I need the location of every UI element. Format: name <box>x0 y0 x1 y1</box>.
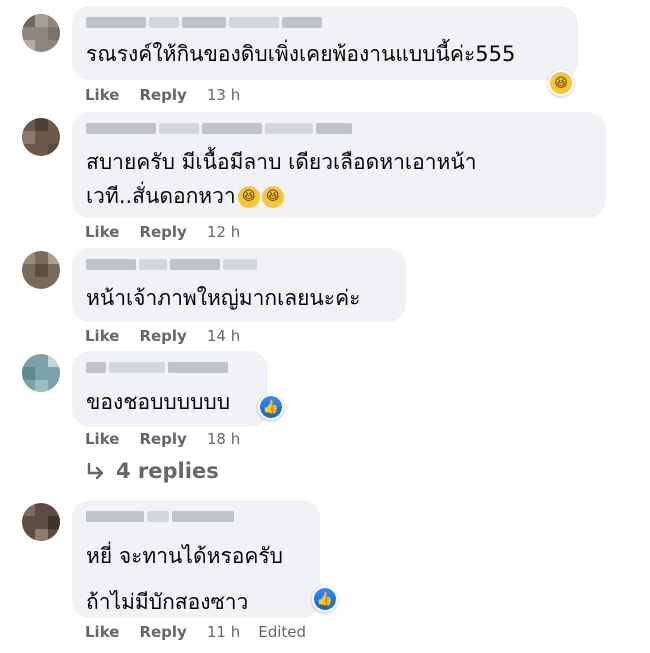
timestamp[interactable]: 14 h <box>207 327 240 345</box>
timestamp[interactable]: 18 h <box>207 430 240 448</box>
comment-text: หน้าเจ้าภาพใหญ่มากเลยนะค่ะ <box>86 286 361 310</box>
reply-arrow-icon <box>87 462 104 480</box>
like-button[interactable]: Like <box>85 430 119 448</box>
grinning-squinting-emoji: 😆 <box>237 186 260 208</box>
commenter-name-blurred[interactable] <box>86 509 234 523</box>
like-button[interactable]: Like <box>85 223 119 241</box>
edited-label[interactable]: Edited <box>258 623 306 641</box>
commenter-name-blurred[interactable] <box>86 257 257 271</box>
comment-actions: Like Reply 11 h Edited <box>85 623 306 641</box>
comment-bubble: สบายครับ มีเนื้อมีลาบ เดียวเลือดหาเอาหน้… <box>72 112 606 218</box>
avatar[interactable] <box>22 503 60 541</box>
reply-button[interactable]: Reply <box>139 327 186 345</box>
comment-actions: Like Reply 18 h <box>85 430 258 448</box>
like-button[interactable]: Like <box>85 623 119 641</box>
like-icon: 👍 <box>314 588 336 610</box>
comment-actions: Like Reply 13 h <box>85 86 258 104</box>
comment-bubble: รณรงค์ให้กินของดิบเพิ่งเคยพ้องานแบบนี้ค่… <box>72 6 578 80</box>
reply-button[interactable]: Reply <box>139 430 186 448</box>
like-button[interactable]: Like <box>85 86 119 104</box>
commenter-name-blurred[interactable] <box>86 121 352 135</box>
view-replies-link[interactable]: 4 replies <box>86 459 219 483</box>
comment-actions: Like Reply 14 h <box>85 327 258 345</box>
avatar[interactable] <box>22 354 60 392</box>
reply-button[interactable]: Reply <box>139 223 186 241</box>
avatar[interactable] <box>22 14 60 52</box>
comment-bubble: หยี่ จะทานได้หรอครับ ถ้าไม่มีบักสองซาว <box>72 500 320 618</box>
like-button[interactable]: Like <box>85 327 119 345</box>
replies-count: 4 replies <box>116 459 219 483</box>
reply-button[interactable]: Reply <box>139 86 186 104</box>
reaction-badge[interactable]: 👍 <box>312 586 338 612</box>
haha-icon: 😆 <box>550 72 572 94</box>
grinning-squinting-emoji: 😆 <box>261 186 284 208</box>
like-icon: 👍 <box>260 396 282 418</box>
comment-text: รณรงค์ให้กินของดิบเพิ่งเคยพ้องานแบบนี้ค่… <box>86 42 516 66</box>
commenter-name-blurred[interactable] <box>86 15 322 29</box>
comment-text: สบายครับ มีเนื้อมีลาบ เดียวเลือดหาเอาหน้… <box>86 150 477 208</box>
reply-button[interactable]: Reply <box>139 623 186 641</box>
avatar[interactable] <box>22 118 60 156</box>
avatar[interactable] <box>22 251 60 289</box>
comment-text: ของชอบบบบบบ <box>86 390 231 414</box>
timestamp[interactable]: 13 h <box>207 86 240 104</box>
timestamp[interactable]: 12 h <box>207 223 240 241</box>
commenter-name-blurred[interactable] <box>86 360 228 374</box>
comment-text: หยี่ จะทานได้หรอครับ ถ้าไม่มีบักสองซาว <box>86 544 283 614</box>
comment-actions: Like Reply 12 h <box>85 223 258 241</box>
timestamp[interactable]: 11 h <box>207 623 240 641</box>
reaction-badge[interactable]: 👍 <box>258 394 284 420</box>
comment-bubble: หน้าเจ้าภาพใหญ่มากเลยนะค่ะ <box>72 248 406 322</box>
comment-bubble: ของชอบบบบบบ <box>72 351 268 427</box>
reaction-badge[interactable]: 😆 <box>548 70 574 96</box>
